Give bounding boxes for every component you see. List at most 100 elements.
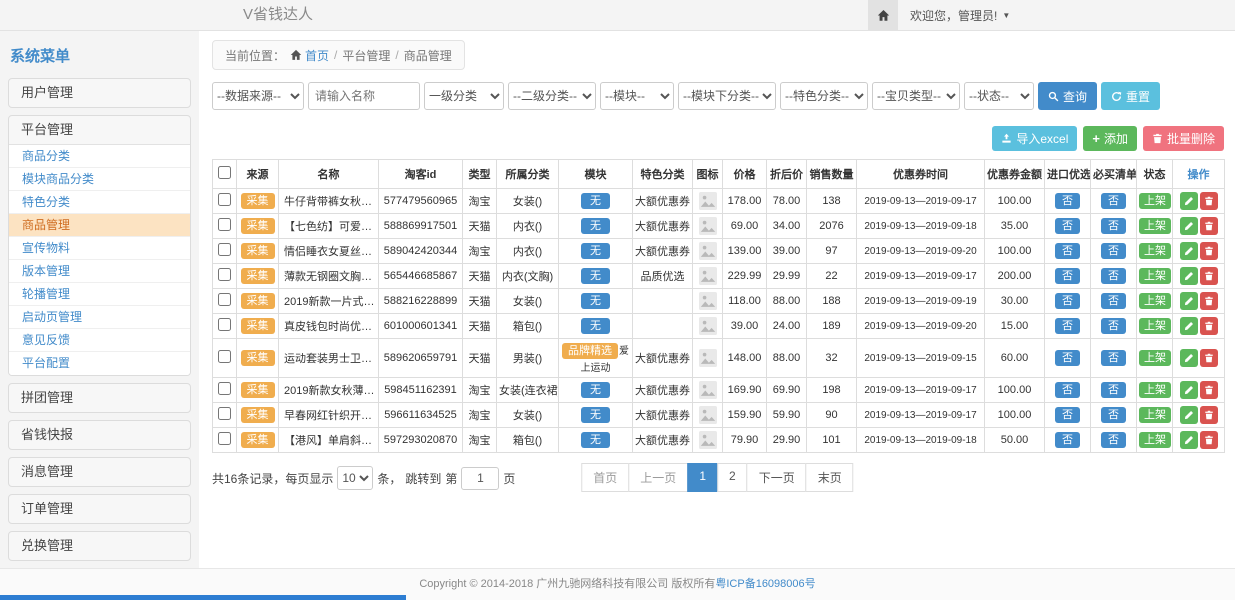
delete-button[interactable] (1200, 217, 1218, 235)
edit-button[interactable] (1180, 242, 1198, 260)
import-select-toggle[interactable]: 否 (1055, 193, 1080, 209)
edit-button[interactable] (1180, 431, 1198, 449)
import-select-toggle[interactable]: 否 (1055, 243, 1080, 259)
edit-button[interactable] (1180, 349, 1198, 367)
level2-category-select[interactable]: --二级分类-- (508, 82, 596, 110)
status-button[interactable]: 上架 (1139, 193, 1171, 209)
name-input[interactable] (308, 82, 420, 110)
row-checkbox[interactable] (218, 432, 231, 445)
delete-button[interactable] (1200, 431, 1218, 449)
sidebar-item[interactable]: 模块商品分类 (9, 168, 190, 191)
status-button[interactable]: 上架 (1139, 318, 1171, 334)
batch-delete-button[interactable]: 批量删除 (1143, 126, 1224, 151)
row-checkbox[interactable] (218, 193, 231, 206)
must-buy-toggle[interactable]: 否 (1101, 218, 1126, 234)
sidebar-group-header[interactable]: 平台管理 (9, 116, 190, 144)
status-select[interactable]: --状态-- (964, 82, 1034, 110)
delete-button[interactable] (1200, 192, 1218, 210)
sidebar-item[interactable]: 轮播管理 (9, 283, 190, 306)
page-button[interactable]: 末页 (806, 463, 854, 492)
edit-button[interactable] (1180, 217, 1198, 235)
page-button[interactable]: 首页 (581, 463, 629, 492)
edit-button[interactable] (1180, 292, 1198, 310)
status-button[interactable]: 上架 (1139, 218, 1171, 234)
icp-link[interactable]: 粤ICP备16098006号 (715, 578, 815, 590)
page-button[interactable]: 上一页 (628, 463, 688, 492)
status-button[interactable]: 上架 (1139, 293, 1171, 309)
breadcrumb-item[interactable]: 平台管理 (342, 47, 390, 64)
row-checkbox[interactable] (218, 318, 231, 331)
status-button[interactable]: 上架 (1139, 382, 1171, 398)
jump-link[interactable]: 跳转到 (405, 470, 441, 487)
sidebar-group-header[interactable]: 省钱快报 (9, 421, 190, 449)
sidebar-group-header[interactable]: 订单管理 (9, 495, 190, 523)
must-buy-toggle[interactable]: 否 (1101, 193, 1126, 209)
import-select-toggle[interactable]: 否 (1055, 268, 1080, 284)
jump-page-input[interactable] (461, 467, 499, 490)
sidebar-group-header[interactable]: 消息管理 (9, 458, 190, 486)
home-button[interactable] (868, 0, 898, 30)
module-select[interactable]: --模块-- (600, 82, 674, 110)
row-checkbox[interactable] (218, 218, 231, 231)
sidebar-group-header[interactable]: 用户管理 (9, 79, 190, 107)
edit-button[interactable] (1180, 192, 1198, 210)
import-select-toggle[interactable]: 否 (1055, 293, 1080, 309)
breadcrumb-home-link[interactable]: 首页 (290, 47, 329, 64)
sidebar-item[interactable]: 版本管理 (9, 260, 190, 283)
delete-button[interactable] (1200, 267, 1218, 285)
status-button[interactable]: 上架 (1139, 268, 1171, 284)
row-checkbox[interactable] (218, 293, 231, 306)
sidebar-item[interactable]: 宣传物料 (9, 237, 190, 260)
search-button[interactable]: 查询 (1038, 82, 1097, 110)
sidebar-item[interactable]: 意见反馈 (9, 329, 190, 352)
special-category-select[interactable]: --特色分类-- (780, 82, 868, 110)
row-checkbox[interactable] (218, 407, 231, 420)
sidebar-item[interactable]: 商品管理 (9, 214, 190, 237)
edit-button[interactable] (1180, 267, 1198, 285)
status-button[interactable]: 上架 (1139, 407, 1171, 423)
sidebar-item[interactable]: 平台配置 (9, 352, 190, 375)
user-menu[interactable]: 欢迎您，管理员! ▼ (910, 7, 1010, 24)
row-checkbox[interactable] (218, 268, 231, 281)
delete-button[interactable] (1200, 242, 1218, 260)
import-select-toggle[interactable]: 否 (1055, 382, 1080, 398)
delete-button[interactable] (1200, 292, 1218, 310)
sidebar-group-header[interactable]: 兑换管理 (9, 532, 190, 560)
edit-button[interactable] (1180, 406, 1198, 424)
add-button[interactable]: + 添加 (1083, 126, 1137, 151)
row-checkbox[interactable] (218, 243, 231, 256)
sidebar-item[interactable]: 启动页管理 (9, 306, 190, 329)
delete-button[interactable] (1200, 381, 1218, 399)
delete-button[interactable] (1200, 349, 1218, 367)
must-buy-toggle[interactable]: 否 (1101, 318, 1126, 334)
edit-button[interactable] (1180, 381, 1198, 399)
must-buy-toggle[interactable]: 否 (1101, 350, 1126, 366)
edit-button[interactable] (1180, 317, 1198, 335)
page-button[interactable]: 下一页 (747, 463, 807, 492)
module-subcategory-select[interactable]: --模块下分类-- (678, 82, 776, 110)
sidebar-item[interactable]: 特色分类 (9, 191, 190, 214)
select-all-checkbox[interactable] (218, 166, 231, 179)
sidebar-group-header[interactable]: 拼团管理 (9, 384, 190, 412)
status-button[interactable]: 上架 (1139, 432, 1171, 448)
must-buy-toggle[interactable]: 否 (1101, 432, 1126, 448)
reset-button[interactable]: 重置 (1101, 82, 1160, 110)
import-select-toggle[interactable]: 否 (1055, 407, 1080, 423)
row-checkbox[interactable] (218, 350, 231, 363)
item-type-select[interactable]: --宝贝类型-- (872, 82, 960, 110)
delete-button[interactable] (1200, 406, 1218, 424)
import-select-toggle[interactable]: 否 (1055, 432, 1080, 448)
per-page-select[interactable]: 10 (337, 466, 373, 490)
must-buy-toggle[interactable]: 否 (1101, 293, 1126, 309)
page-button[interactable]: 2 (717, 463, 748, 492)
delete-button[interactable] (1200, 317, 1218, 335)
import-select-toggle[interactable]: 否 (1055, 318, 1080, 334)
import-excel-button[interactable]: 导入excel (992, 126, 1077, 151)
status-button[interactable]: 上架 (1139, 243, 1171, 259)
sidebar-item[interactable]: 商品分类 (9, 145, 190, 168)
must-buy-toggle[interactable]: 否 (1101, 382, 1126, 398)
import-select-toggle[interactable]: 否 (1055, 218, 1080, 234)
status-button[interactable]: 上架 (1139, 350, 1171, 366)
import-select-toggle[interactable]: 否 (1055, 350, 1080, 366)
must-buy-toggle[interactable]: 否 (1101, 268, 1126, 284)
